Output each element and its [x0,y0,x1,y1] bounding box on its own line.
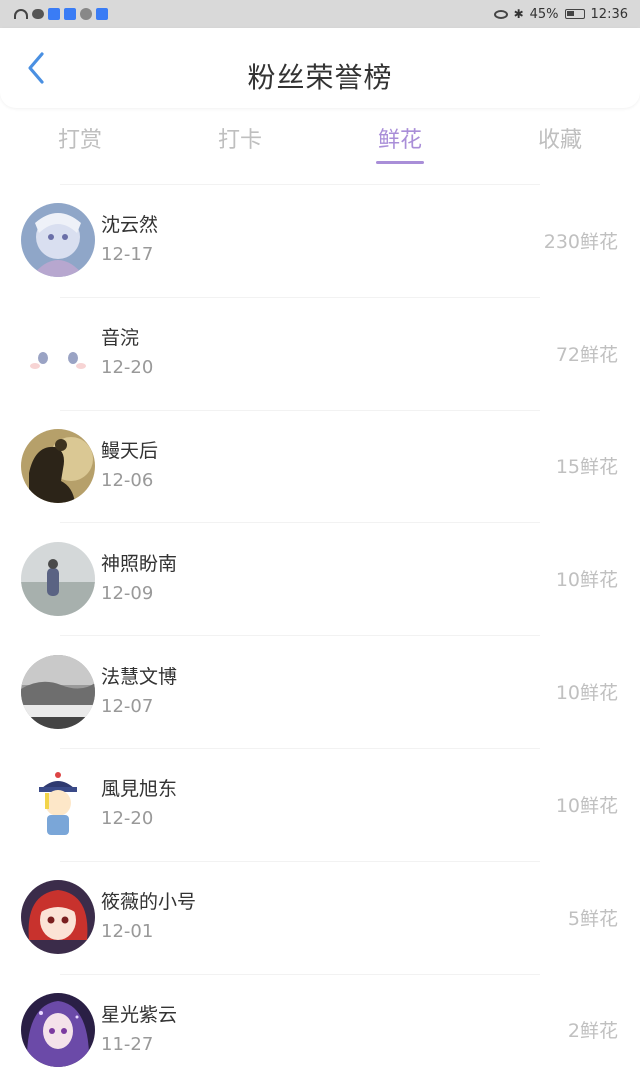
tab-tips[interactable]: 打赏 [0,116,160,170]
avatar[interactable] [21,654,95,729]
list-item[interactable]: 筱薇的小号 12-01 5鲜花 [0,860,640,974]
divider [60,522,540,524]
fan-date: 12-01 [101,921,154,943]
fan-info: 法慧文博 12-07 [101,664,177,720]
app-face-icon [80,8,92,20]
divider [60,747,540,749]
avatar[interactable] [21,316,95,391]
fan-date: 12-07 [101,695,154,717]
search-notification-icon [96,8,108,20]
header: 粉丝荣誉榜 [0,28,640,108]
tab-favorites[interactable]: 收藏 [480,116,640,170]
fan-name: 沈云然 [101,214,159,237]
fan-date: 12-17 [101,244,154,266]
fan-info: 筱薇的小号 12-01 [101,889,196,945]
fan-date: 12-20 [101,357,154,379]
purple-hair-avatar-icon [21,992,95,1067]
anime-girl-avatar-icon [21,203,95,278]
divider [60,635,540,637]
page-title: 粉丝荣誉榜 [247,61,393,94]
divider [60,296,540,298]
fan-info: 沈云然 12-17 [101,212,158,268]
fan-name: 法慧文博 [101,665,178,688]
fan-name: 音浣 [101,327,140,350]
tab-bar: 打赏 打卡 鲜花 收藏 [0,116,640,170]
list-item[interactable]: 神照盼南 12-09 10鲜花 [0,522,640,635]
silhouette-avatar-icon [21,428,95,503]
avatar[interactable] [21,880,95,955]
qing-doll-avatar-icon [21,767,95,842]
bluetooth-icon: ✱ [513,7,524,21]
wifi-icon [14,9,28,19]
avatar[interactable] [21,992,95,1067]
fan-info: 神照盼南 12-09 [101,551,177,607]
list-item[interactable]: 沈云然 12-17 230鲜花 [0,184,640,297]
fan-date: 12-06 [101,469,154,491]
eye-icon [493,9,508,19]
red-hair-avatar-icon [21,880,95,955]
fan-name: 鳗天后 [101,439,159,462]
divider [60,184,540,185]
tab-checkin[interactable]: 打卡 [160,116,320,170]
flower-count: 15鲜花 [555,456,618,479]
tab-flowers[interactable]: 鲜花 [320,116,480,170]
folder-notification-icon [64,8,76,20]
fan-date: 11-27 [101,1033,154,1055]
fan-date: 12-20 [101,808,154,830]
list-item[interactable]: 鳗天后 12-06 15鲜花 [0,409,640,523]
flower-count: 72鲜花 [555,343,618,366]
avatar[interactable] [21,767,95,842]
clock: 12:36 [590,6,628,22]
fan-info: 鳗天后 12-06 [101,438,158,494]
app-notification-icon [48,8,60,20]
fan-name: 風見旭东 [101,778,178,801]
divider [60,973,540,975]
divider [60,860,540,862]
wechat-icon [32,9,44,19]
landscape-avatar-icon [21,654,95,729]
status-bar: ✱ 45% 12:36 [0,0,640,28]
fan-info: 風見旭东 12-20 [101,776,177,832]
seaside-avatar-icon [21,541,95,616]
flower-count: 10鲜花 [555,569,618,592]
flower-count: 10鲜花 [555,794,618,817]
avatar[interactable] [21,428,95,503]
flower-count: 2鲜花 [567,1020,618,1043]
divider [60,409,540,411]
fan-name: 筱薇的小号 [101,891,197,914]
fan-name: 星光紫云 [101,1003,178,1026]
flower-count: 10鲜花 [555,682,618,705]
battery-icon [564,9,585,19]
fan-info: 星光紫云 11-27 [101,1002,177,1058]
battery-percent: 45% [529,6,559,22]
fan-name: 神照盼南 [101,552,178,575]
avatar[interactable] [21,541,95,616]
cute-face-avatar-icon [21,316,95,391]
status-bar-right: ✱ 45% 12:36 [493,6,628,22]
status-bar-left [14,8,108,20]
list-item[interactable]: 星光紫云 11-27 2鲜花 [0,973,640,1067]
fan-date: 12-09 [101,582,154,604]
avatar[interactable] [21,203,95,278]
fan-info: 音浣 12-20 [101,325,153,381]
list-item[interactable]: 音浣 12-20 72鲜花 [0,296,640,410]
list-item[interactable]: 風見旭东 12-20 10鲜花 [0,747,640,861]
fan-list: 沈云然 12-17 230鲜花 音浣 12-20 72鲜花 鳗天后 12-06 … [0,184,640,1067]
flower-count: 5鲜花 [567,907,618,930]
list-item[interactable]: 法慧文博 12-07 10鲜花 [0,635,640,748]
flower-count: 230鲜花 [543,230,618,253]
